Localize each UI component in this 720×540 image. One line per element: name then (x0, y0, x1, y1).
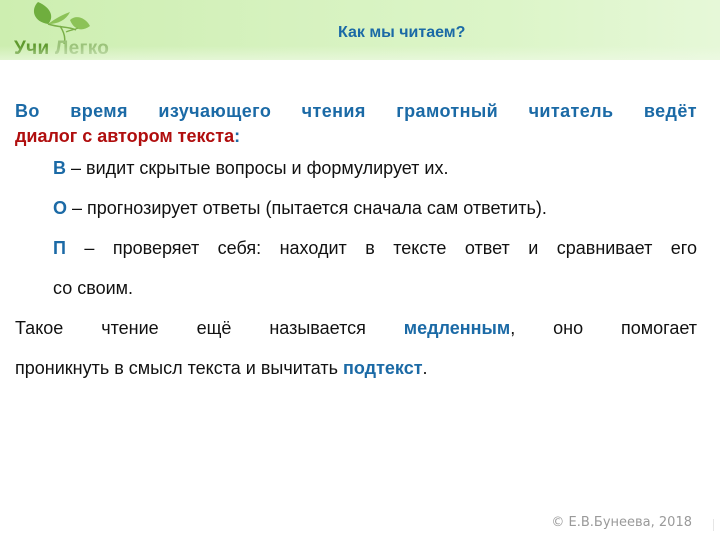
item-text: – проверяет себя: находит в тексте ответ… (65, 238, 697, 258)
paragraph-line-1: Такое чтение ещё называется медленным, о… (15, 308, 697, 348)
list-item: В – видит скрытые вопросы и формулирует … (53, 148, 697, 188)
paragraph-text: проникнуть в смысл текста и вычитать (15, 358, 344, 378)
dialog-highlight: диалог с автором текста (15, 126, 235, 146)
item-letter: П (53, 238, 66, 258)
subtext-highlight: подтекст (343, 358, 423, 378)
paragraph-line-2: проникнуть в смысл текста и вычитать под… (15, 348, 697, 388)
item-text: – видит скрытые вопросы и формулирует их… (66, 158, 449, 178)
header-banner: Учи Легко Как мы читаем? (0, 0, 720, 60)
item-letter: О (53, 198, 68, 218)
slide-content: Во время изучающего чтения грамотный чит… (15, 98, 697, 388)
logo-word-1: Учи (14, 38, 50, 59)
paragraph-text: . (422, 358, 428, 378)
list-item: О – прогнозирует ответы (пытается сначал… (53, 188, 697, 228)
item-letter: В (53, 158, 66, 178)
paragraph-text: Такое чтение ещё называется (15, 318, 404, 338)
item-text: – прогнозирует ответы (пытается сначала … (67, 198, 547, 218)
copyright: © Е.В.Бунеева, 2018 (551, 515, 692, 530)
paragraph-text: , оно помогает (510, 318, 697, 338)
logo-word-2: Легко (55, 38, 110, 59)
slow-reading-highlight: медленным (403, 318, 511, 338)
intro-colon: : (234, 126, 241, 146)
intro-line-1: Во время изучающего чтения грамотный чит… (15, 101, 697, 121)
slide-title: Как мы читаем? (338, 24, 466, 41)
list-item-continuation: со своим. (53, 278, 134, 298)
page-edge-mark (713, 519, 714, 531)
list-item: П – проверяет себя: находит в тексте отв… (53, 228, 697, 268)
intro-line-2: диалог с автором текста: (15, 124, 697, 148)
logo-text: Учи Легко (14, 38, 109, 60)
logo: Учи Легко (10, 0, 120, 60)
